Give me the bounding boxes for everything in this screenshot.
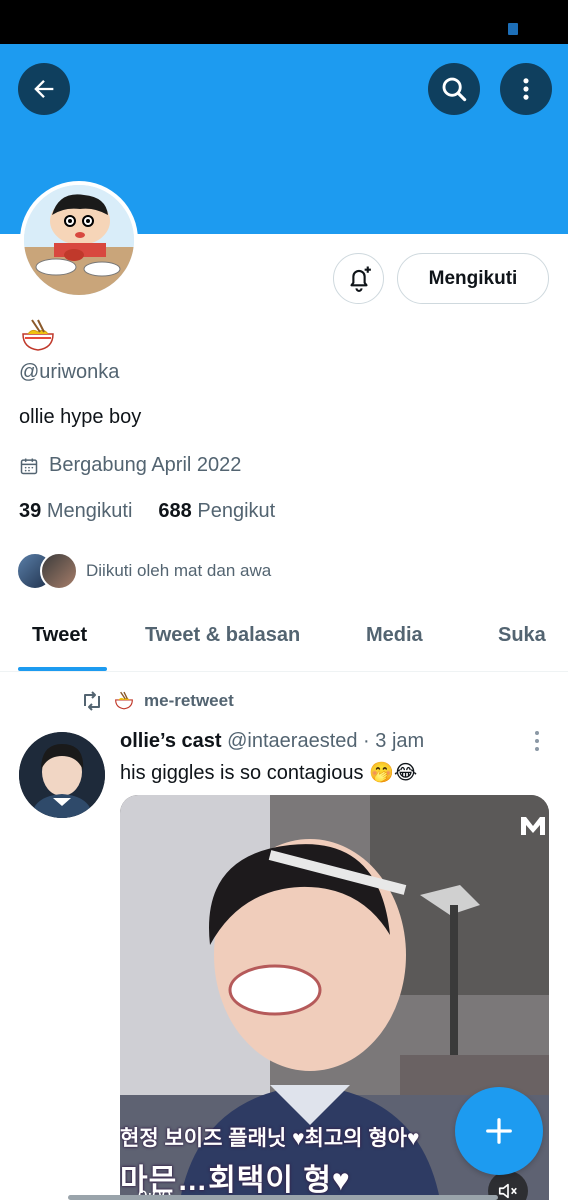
following-stat[interactable]: 39 Mengikuti bbox=[19, 500, 132, 523]
bell-plus-icon bbox=[349, 266, 371, 292]
search-icon bbox=[442, 77, 467, 102]
plus-icon bbox=[486, 1118, 512, 1144]
followed-by-text: Diikuti oleh mat dan awa bbox=[86, 561, 272, 580]
tweet-header: ollie’s cast @intaeraested · 3 jam bbox=[120, 730, 424, 753]
profile-avatar[interactable] bbox=[20, 181, 138, 299]
tweet-author-avatar[interactable] bbox=[19, 732, 105, 818]
followers-stat[interactable]: 688 Pengikut bbox=[158, 500, 275, 523]
following-count: 39 bbox=[19, 500, 42, 522]
followed-by[interactable]: Diikuti oleh mat dan awa bbox=[16, 551, 271, 591]
more-button[interactable] bbox=[500, 63, 552, 115]
noodle-emoji-icon bbox=[115, 691, 133, 710]
follow-stats: 39 Mengikuti 688 Pengikut bbox=[19, 500, 275, 523]
search-button[interactable] bbox=[428, 63, 480, 115]
tweet-author-name[interactable]: ollie’s cast bbox=[120, 730, 222, 752]
muted-speaker-icon bbox=[498, 1183, 517, 1199]
video-caption-line1: 현정 보이즈 플래닛 ♥최고의 형아♥ bbox=[120, 1127, 420, 1150]
back-button[interactable] bbox=[18, 63, 70, 115]
more-vertical-icon bbox=[535, 731, 539, 751]
retweet-icon bbox=[84, 691, 100, 711]
join-date: Bergabung April 2022 bbox=[19, 454, 241, 477]
tweet-more-button[interactable] bbox=[530, 730, 544, 757]
tab-likes[interactable]: Suka bbox=[498, 624, 546, 647]
calendar-icon bbox=[20, 458, 38, 474]
battery-icon bbox=[508, 23, 518, 35]
display-name-emoji bbox=[20, 318, 56, 354]
profile-handle: @uriwonka bbox=[19, 361, 120, 383]
notification-bell-button[interactable] bbox=[333, 253, 384, 304]
tweet-author-meta: @intaeraested · 3 jam bbox=[227, 730, 425, 752]
tab-tweet[interactable]: Tweet bbox=[32, 624, 87, 647]
profile-bio: ollie hype boy bbox=[19, 406, 142, 428]
more-vertical-icon bbox=[523, 78, 529, 100]
active-tab-indicator bbox=[18, 667, 107, 671]
channel-logo-icon bbox=[519, 815, 547, 842]
arrow-left-icon bbox=[34, 80, 54, 98]
tab-tweet-replies[interactable]: Tweet & balasan bbox=[145, 624, 300, 647]
join-date-text: Bergabung April 2022 bbox=[49, 454, 242, 476]
following-button[interactable]: Mengikuti bbox=[397, 253, 549, 304]
followers-count: 688 bbox=[158, 500, 192, 522]
retweet-context[interactable]: me-retweet bbox=[80, 690, 234, 712]
retweet-label: me-retweet bbox=[144, 691, 234, 710]
tab-media[interactable]: Media bbox=[366, 624, 423, 647]
profile-tabs: Tweet Tweet & balasan Media Suka bbox=[0, 604, 568, 672]
status-bar bbox=[0, 0, 568, 44]
follower-avatar bbox=[40, 552, 78, 590]
navigation-home-bar[interactable] bbox=[68, 1195, 498, 1200]
tweet-text: his giggles is so contagious 🤭😂 bbox=[120, 762, 418, 784]
followers-label: Pengikut bbox=[197, 500, 276, 522]
compose-tweet-button[interactable] bbox=[455, 1087, 543, 1175]
following-label: Mengikuti bbox=[46, 500, 133, 522]
